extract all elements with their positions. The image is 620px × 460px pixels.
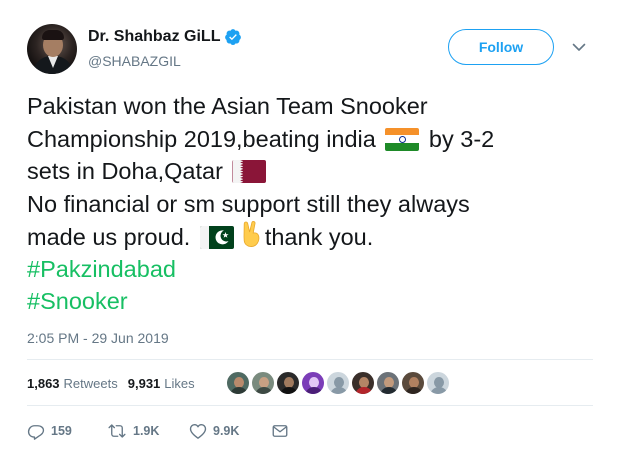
likes-label[interactable]: Likes: [164, 376, 194, 391]
envelope-icon: [272, 425, 288, 437]
reply-count: 159: [51, 424, 72, 438]
retweet-button[interactable]: 1.9K: [107, 422, 189, 440]
user-display-name[interactable]: Dr. Shahbaz GiLL: [88, 28, 220, 46]
tweet-text-segment: sets in Doha,Qatar: [27, 158, 223, 184]
name-row: Dr. Shahbaz GiLL: [88, 28, 242, 46]
liker-avatar[interactable]: [426, 371, 450, 395]
tweet-text-segment: thank you.: [264, 224, 374, 250]
reply-icon: [27, 425, 45, 440]
tweet-stats: 1,863 Retweets 9,931 Likes: [27, 371, 205, 395]
tweet-text-segment: Championship 2019,beating india: [27, 125, 376, 152]
liker-avatar[interactable]: [276, 371, 300, 395]
like-count: 9.9K: [213, 424, 240, 438]
liker-avatars: [226, 371, 451, 395]
liker-avatar[interactable]: [251, 371, 275, 395]
tweet-text-segment: by 3-2: [428, 125, 495, 152]
likes-count[interactable]: 9,931: [128, 376, 161, 391]
tweet-line: Pakistan won the Asian Team Snooker: [27, 93, 428, 119]
tweet-text: Pakistan won the Asian Team Snooker Cham…: [27, 90, 593, 318]
liker-avatar[interactable]: [351, 371, 375, 395]
heart-icon: [189, 424, 207, 439]
hashtag-link[interactable]: #Snooker: [27, 285, 593, 318]
tweet-line: No financial or sm support still they al…: [27, 190, 470, 217]
retweets-label[interactable]: Retweets: [64, 376, 118, 391]
direct-message-button[interactable]: [271, 422, 295, 440]
tweet-line: made us proud. thank you.: [27, 220, 593, 253]
tweet-actions: 159 1.9K 9.9K: [27, 420, 295, 442]
liker-avatar[interactable]: [326, 371, 350, 395]
india-flag-icon: [385, 127, 420, 151]
liker-avatar[interactable]: [226, 371, 250, 395]
like-button[interactable]: 9.9K: [189, 422, 271, 440]
liker-avatar[interactable]: [401, 371, 425, 395]
follow-button[interactable]: Follow: [448, 29, 554, 65]
tweet-line: Championship 2019,beating india by 3-2: [27, 123, 593, 156]
verified-badge-icon: [225, 29, 242, 46]
tweet-line: sets in Doha,Qatar: [27, 155, 593, 188]
reply-button[interactable]: 159: [27, 422, 107, 440]
liker-avatar[interactable]: [376, 371, 400, 395]
tweet-timestamp[interactable]: 2:05 PM - 29 Jun 2019: [27, 330, 169, 346]
hashtag-link[interactable]: #Pakzindabad: [27, 253, 593, 286]
retweets-count[interactable]: 1,863: [27, 376, 60, 391]
tweet-header: Dr. Shahbaz GiLL @SHABAZGIL Follow: [27, 19, 593, 75]
qatar-flag-icon: [232, 160, 267, 183]
victory-hand-icon: [243, 221, 260, 247]
retweet-count: 1.9K: [133, 424, 160, 438]
pakistan-flag-icon: [199, 226, 234, 249]
avatar[interactable]: [27, 24, 77, 74]
chevron-down-icon[interactable]: [571, 39, 587, 55]
tweet-text-segment: made us proud.: [27, 224, 191, 250]
divider: [27, 405, 593, 406]
liker-avatar[interactable]: [301, 371, 325, 395]
divider: [27, 359, 593, 360]
user-handle[interactable]: @SHABAZGIL: [88, 53, 181, 69]
retweet-icon: [108, 424, 126, 438]
